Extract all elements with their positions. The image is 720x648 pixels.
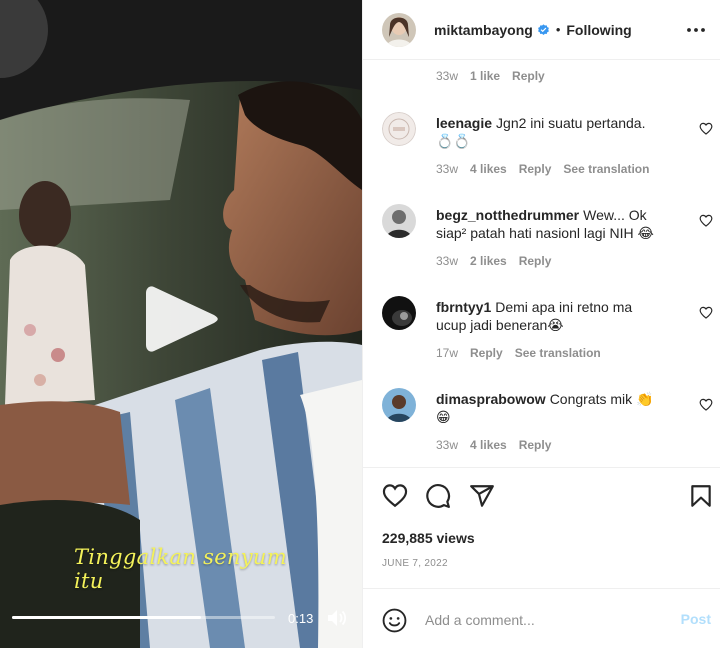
- add-comment-bar: Post: [363, 588, 720, 648]
- comment-meta: 33w 4 likes Reply: [436, 438, 551, 452]
- share-send-icon[interactable]: [469, 483, 495, 509]
- comment-likes[interactable]: 4 likes: [470, 438, 507, 452]
- comment-input[interactable]: [425, 609, 655, 631]
- post-details-pane: miktambayong • Following 33w 1 like Repl…: [362, 0, 720, 648]
- reply-button[interactable]: Reply: [519, 162, 552, 176]
- avatar[interactable]: [382, 112, 416, 146]
- post-date[interactable]: JUNE 7, 2022: [382, 558, 448, 569]
- comment-username[interactable]: dimasprabowow: [436, 391, 546, 407]
- following-button[interactable]: Following: [566, 22, 631, 38]
- reply-button[interactable]: Reply: [512, 69, 545, 83]
- video-caption: Tinggalkan senyum itu: [74, 545, 287, 593]
- post-username[interactable]: miktambayong: [434, 22, 533, 38]
- view-count[interactable]: 229,885 views: [382, 530, 475, 546]
- comment-time: 17w: [436, 346, 459, 360]
- comment-time: 33w: [436, 254, 459, 268]
- reply-button[interactable]: Reply: [519, 254, 552, 268]
- see-translation-button[interactable]: See translation: [563, 162, 649, 176]
- volume-icon[interactable]: [327, 609, 347, 627]
- header-separator: •: [555, 22, 561, 37]
- comment-likes[interactable]: 1 like: [470, 69, 500, 83]
- comment-meta: 33w 2 likes Reply: [436, 254, 551, 268]
- video-player[interactable]: Tinggalkan senyum itu 0:13: [0, 0, 362, 648]
- like-heart-icon[interactable]: [382, 483, 408, 509]
- like-heart-icon[interactable]: [699, 122, 713, 135]
- comment-time: 33w: [436, 69, 459, 83]
- emoji-smiley-icon[interactable]: [382, 608, 407, 633]
- comment-time: 33w: [436, 438, 459, 452]
- avatar[interactable]: [382, 388, 416, 422]
- like-heart-icon[interactable]: [699, 398, 713, 411]
- video-time: 0:13: [288, 611, 314, 626]
- avatar[interactable]: [382, 204, 416, 238]
- post-comment-button[interactable]: Post: [681, 611, 711, 627]
- comment-username[interactable]: leenagie: [436, 115, 492, 131]
- more-options-icon[interactable]: [686, 20, 706, 40]
- comment-time: 33w: [436, 162, 459, 176]
- see-translation-button[interactable]: See translation: [515, 346, 601, 360]
- comment-likes[interactable]: 2 likes: [470, 254, 507, 268]
- post-actions: [363, 483, 720, 513]
- save-bookmark-icon[interactable]: [688, 483, 714, 509]
- verified-badge-icon: [537, 24, 549, 35]
- like-heart-icon[interactable]: [699, 214, 713, 227]
- reply-button[interactable]: Reply: [470, 346, 503, 360]
- video-progress-bar[interactable]: [12, 616, 275, 619]
- like-heart-icon[interactable]: [699, 306, 713, 319]
- post-header: miktambayong • Following: [363, 0, 720, 60]
- avatar[interactable]: [382, 296, 416, 330]
- video-progress-fill: [12, 616, 202, 619]
- comments-list[interactable]: 33w 1 like Reply leenagie Jgn2 ini suatu …: [363, 61, 720, 468]
- comment-meta: 17w Reply See translation: [436, 346, 601, 360]
- comment-likes[interactable]: 4 likes: [470, 162, 507, 176]
- reply-button[interactable]: Reply: [519, 438, 552, 452]
- comment-bubble-icon[interactable]: [425, 483, 451, 509]
- comment-meta: 33w 4 likes Reply See translation: [436, 162, 649, 176]
- avatar[interactable]: [382, 12, 416, 47]
- comment-meta: 33w 1 like Reply: [436, 69, 545, 83]
- comment-username[interactable]: begz_notthedrummer: [436, 207, 579, 223]
- play-icon[interactable]: [140, 283, 222, 355]
- comment-username[interactable]: fbrntyy1: [436, 299, 491, 315]
